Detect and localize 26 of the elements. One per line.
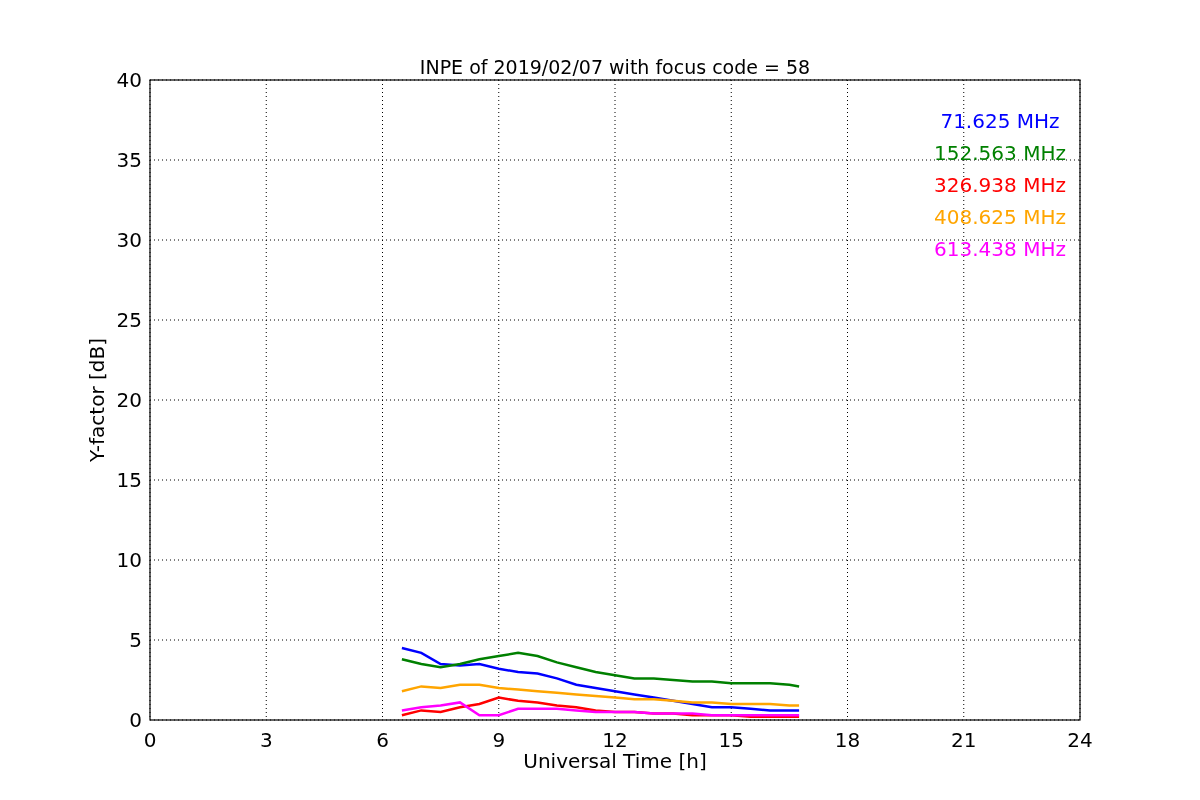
x-tick-label: 12 — [602, 728, 628, 752]
y-tick-label: 40 — [116, 68, 142, 92]
y-tick-label: 5 — [129, 628, 142, 652]
x-tick-label: 0 — [143, 728, 157, 752]
legend-label: 408.625 MHz — [934, 205, 1066, 229]
x-axis-label: Universal Time [h] — [523, 749, 707, 773]
x-tick-label: 21 — [951, 728, 977, 752]
y-tick-label: 25 — [116, 308, 142, 332]
legend-label: 71.625 MHz — [940, 109, 1060, 133]
y-tick-label: 30 — [116, 228, 142, 252]
legend-label: 326.938 MHz — [934, 173, 1066, 197]
y-axis-label: Y-factor [dB] — [85, 338, 109, 462]
y-tick-label: 20 — [116, 388, 142, 412]
y-tick-label: 15 — [116, 468, 142, 492]
chart-title: INPE of 2019/02/07 with focus code = 58 — [419, 56, 811, 78]
x-tick-label: 9 — [492, 728, 506, 752]
y-tick-label: 35 — [116, 148, 142, 172]
legend-label: 613.438 MHz — [934, 237, 1066, 261]
legend-label: 152.563 MHz — [934, 141, 1066, 165]
x-tick-label: 18 — [834, 728, 861, 752]
x-tick-label: 3 — [259, 728, 273, 752]
x-tick-label: 15 — [718, 728, 744, 752]
y-tick-label: 0 — [129, 708, 142, 732]
x-tick-label: 6 — [376, 728, 389, 752]
x-tick-label: 24 — [1067, 728, 1093, 752]
y-tick-label: 10 — [116, 548, 142, 572]
